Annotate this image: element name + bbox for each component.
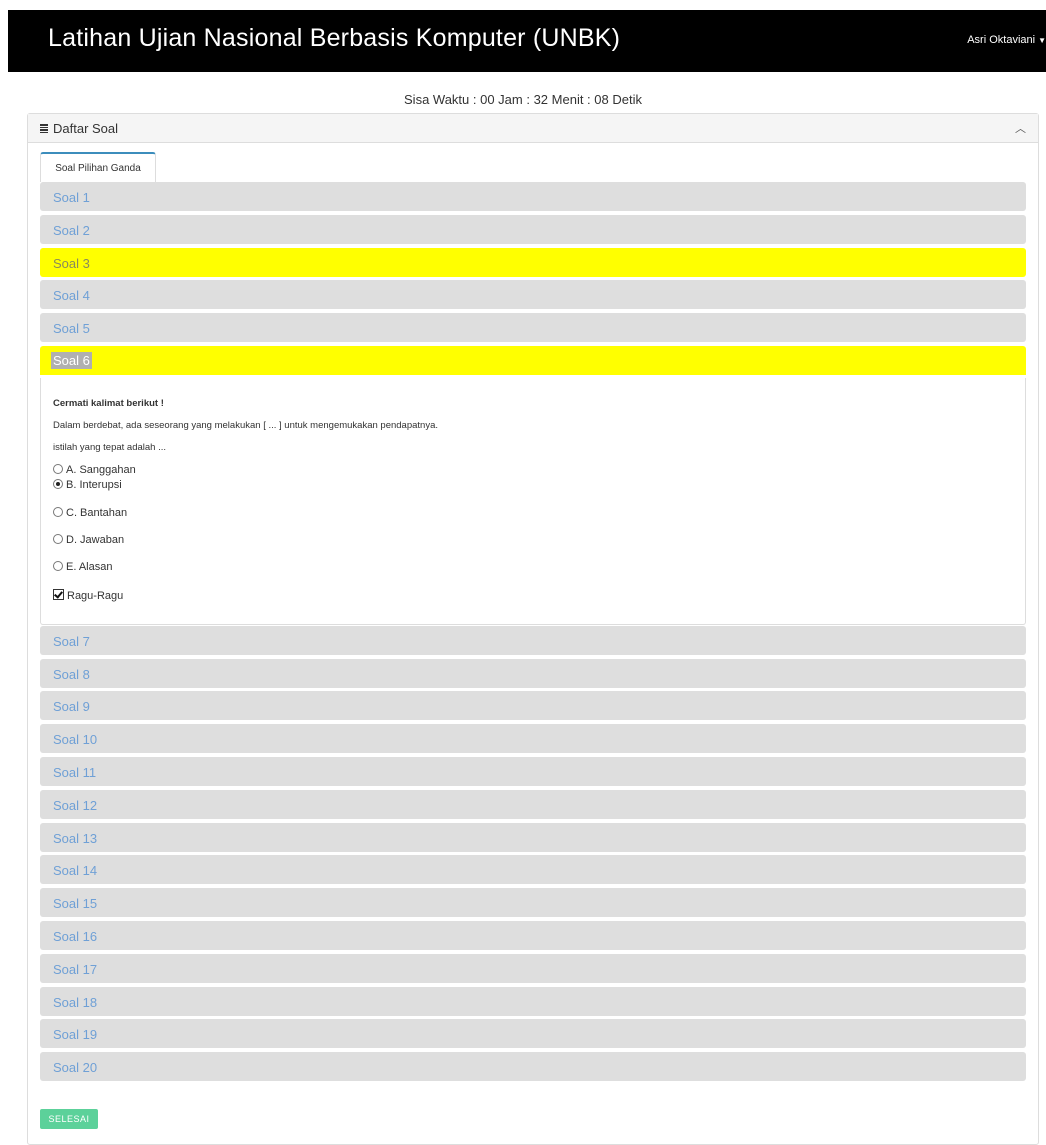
question-heading: Cermati kalimat berikut ! bbox=[53, 398, 164, 409]
soal-item-3[interactable]: Soal 3 bbox=[40, 248, 1026, 277]
radio-a[interactable] bbox=[53, 464, 63, 474]
soal-item-7[interactable]: Soal 7 bbox=[40, 626, 1026, 655]
panel-heading[interactable]: Daftar Soal ︿ bbox=[28, 114, 1038, 143]
soal-item-13[interactable]: Soal 13 bbox=[40, 823, 1026, 852]
ragu-ragu-checkbox[interactable] bbox=[53, 589, 64, 600]
soal-item-16[interactable]: Soal 16 bbox=[40, 921, 1026, 950]
soal-item-1[interactable]: Soal 1 bbox=[40, 182, 1026, 211]
soal-item-15[interactable]: Soal 15 bbox=[40, 888, 1026, 917]
soal-item-8[interactable]: Soal 8 bbox=[40, 659, 1026, 688]
soal-label: Soal 4 bbox=[53, 288, 90, 303]
radio-c[interactable] bbox=[53, 507, 63, 517]
soal-label: Soal 8 bbox=[53, 667, 90, 682]
soal-item-4[interactable]: Soal 4 bbox=[40, 280, 1026, 309]
ragu-ragu-label: Ragu-Ragu bbox=[67, 590, 124, 602]
soal-item-12[interactable]: Soal 12 bbox=[40, 790, 1026, 819]
user-name: Asri Oktaviani bbox=[967, 34, 1036, 46]
radio-d[interactable] bbox=[53, 534, 63, 544]
soal-label: Soal 17 bbox=[53, 962, 98, 977]
app-title: Latihan Ujian Nasional Berbasis Komputer… bbox=[48, 24, 621, 52]
option-e[interactable]: E. Alasan bbox=[53, 561, 112, 573]
soal-label: Soal 5 bbox=[53, 321, 90, 336]
panel-title: Daftar Soal bbox=[53, 121, 119, 136]
top-navbar: Latihan Ujian Nasional Berbasis Komputer… bbox=[8, 10, 1046, 72]
finish-button[interactable]: SELESAI bbox=[40, 1109, 98, 1129]
soal-item-10[interactable]: Soal 10 bbox=[40, 724, 1026, 753]
soal-label: Soal 9 bbox=[53, 699, 90, 714]
soal-item-20[interactable]: Soal 20 bbox=[40, 1052, 1026, 1081]
question-prompt: istilah yang tepat adalah ... bbox=[53, 442, 167, 453]
soal-label: Soal 14 bbox=[53, 863, 98, 878]
option-a[interactable]: A. Sanggahan bbox=[53, 464, 136, 476]
soal-item-17[interactable]: Soal 17 bbox=[40, 954, 1026, 983]
caret-down-icon: ▼ bbox=[1038, 35, 1046, 45]
radio-e[interactable] bbox=[53, 561, 63, 571]
soal-label: Soal 2 bbox=[53, 223, 90, 238]
list-icon bbox=[40, 124, 48, 133]
question-body: Cermati kalimat berikut ! Dalam berdebat… bbox=[40, 378, 1026, 625]
countdown-timer: Sisa Waktu : 00 Jam : 32 Menit : 08 Deti… bbox=[404, 92, 642, 107]
radio-b[interactable] bbox=[53, 479, 63, 489]
soal-label: Soal 1 bbox=[53, 190, 90, 205]
soal-label: Soal 12 bbox=[53, 798, 98, 813]
soal-item-18[interactable]: Soal 18 bbox=[40, 987, 1026, 1016]
user-menu[interactable]: Asri Oktaviani ▼ bbox=[967, 34, 1046, 46]
soal-label: Soal 13 bbox=[53, 831, 98, 846]
soal-label: Soal 20 bbox=[53, 1060, 98, 1075]
option-c[interactable]: C. Bantahan bbox=[53, 507, 127, 519]
question-text: Dalam berdebat, ada seseorang yang melak… bbox=[53, 420, 438, 431]
chevron-up-icon[interactable]: ︿ bbox=[1015, 120, 1026, 136]
soal-label: Soal 11 bbox=[53, 765, 97, 780]
soal-label: Soal 16 bbox=[53, 929, 98, 944]
soal-item-19[interactable]: Soal 19 bbox=[40, 1019, 1026, 1048]
option-a-label: A. Sanggahan bbox=[66, 464, 136, 476]
option-b-label: B. Interupsi bbox=[66, 479, 122, 491]
soal-label: Soal 6 bbox=[51, 352, 92, 369]
option-d[interactable]: D. Jawaban bbox=[53, 534, 124, 546]
option-c-label: C. Bantahan bbox=[66, 507, 128, 519]
soal-label: Soal 18 bbox=[53, 995, 98, 1010]
soal-label: Soal 10 bbox=[53, 732, 98, 747]
soal-item-5[interactable]: Soal 5 bbox=[40, 313, 1026, 342]
question-list-panel: Daftar Soal ︿ Soal Pilihan Ganda Soal 1 S… bbox=[27, 113, 1039, 1145]
soal-item-14[interactable]: Soal 14 bbox=[40, 855, 1026, 884]
soal-label: Soal 3 bbox=[53, 256, 90, 271]
soal-item-9[interactable]: Soal 9 bbox=[40, 691, 1026, 720]
soal-item-2[interactable]: Soal 2 bbox=[40, 215, 1026, 244]
soal-item-6[interactable]: Soal 6 bbox=[40, 346, 1026, 375]
soal-label: Soal 7 bbox=[53, 634, 90, 649]
ragu-ragu-toggle[interactable]: Ragu-Ragu bbox=[53, 589, 123, 602]
option-b[interactable]: B. Interupsi bbox=[53, 479, 122, 491]
tab-soal-pilihan-ganda[interactable]: Soal Pilihan Ganda bbox=[40, 152, 156, 182]
option-e-label: E. Alasan bbox=[66, 561, 113, 573]
soal-label: Soal 15 bbox=[53, 896, 98, 911]
soal-item-11[interactable]: Soal 11 bbox=[40, 757, 1026, 786]
soal-label: Soal 19 bbox=[53, 1027, 98, 1042]
option-d-label: D. Jawaban bbox=[66, 534, 125, 546]
